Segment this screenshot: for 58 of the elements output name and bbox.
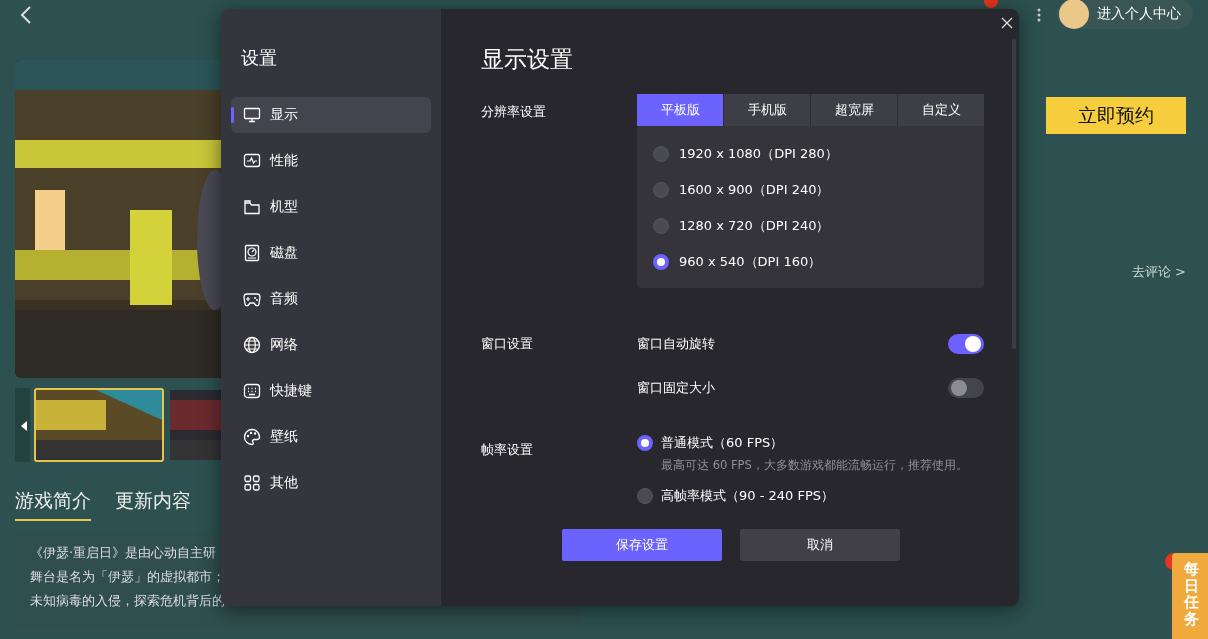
sidebar-item[interactable]: 网络 — [231, 326, 431, 363]
setting-label: 帧率设置 — [481, 440, 534, 459]
hint-text: 最高可达 60 FPS，大多数游戏都能流畅运行，推荐使用。 — [661, 456, 969, 474]
profile-button[interactable]: 进入个人中心 — [1057, 0, 1193, 29]
tab[interactable]: 自定义 — [898, 93, 984, 126]
cancel-button[interactable]: 取消 — [740, 528, 900, 561]
radio-button[interactable] — [653, 253, 669, 270]
option-label: 普通模式（60 FPS） — [661, 433, 784, 452]
globe-icon — [243, 335, 261, 354]
avatar-icon — [1059, 0, 1089, 29]
sidebar-item[interactable]: 快捷键 — [231, 372, 431, 409]
palette-icon — [243, 427, 261, 446]
review-link[interactable]: 去评论 > — [1131, 262, 1186, 282]
toggle-switch[interactable] — [948, 333, 984, 354]
save-button[interactable]: 保存设置 — [562, 528, 722, 561]
more-icon[interactable] — [1037, 8, 1041, 22]
toggle-label: 窗口自动旋转 — [637, 334, 715, 353]
sidebar-item[interactable]: 机型 — [231, 188, 431, 225]
folder-icon — [243, 197, 261, 216]
reserve-button[interactable]: 立即预约 — [1046, 97, 1186, 134]
close-icon[interactable] — [1001, 17, 1013, 29]
radio-button[interactable] — [637, 434, 653, 451]
section-heading: 显示设置 — [481, 46, 574, 74]
grid-icon — [243, 473, 261, 492]
sidebar-item[interactable]: 其他 — [231, 464, 431, 501]
setting-label: 窗口设置 — [481, 334, 534, 353]
tab[interactable]: 更新内容 — [115, 486, 191, 521]
option-label: 1280 x 720（DPI 240） — [679, 216, 830, 235]
tab[interactable]: 超宽屏 — [811, 93, 898, 126]
notification-badge — [984, 0, 998, 8]
monitor-icon — [243, 105, 261, 124]
dialog-title: 设置 — [240, 47, 278, 69]
description-text: 《伊瑟·重启日》是由心动自主研 — [30, 543, 218, 562]
radio-button[interactable] — [653, 145, 669, 162]
radio-button[interactable] — [637, 487, 653, 504]
sidebar-item[interactable]: 壁纸 — [231, 418, 431, 455]
tab[interactable]: 平板版 — [637, 93, 724, 126]
option-label: 高帧率模式（90 - 240 FPS） — [661, 487, 834, 506]
description-text: 舞台是名为「伊瑟」的虚拟都市； — [30, 567, 226, 586]
tab[interactable]: 游戏简介 — [15, 486, 91, 521]
option-label: 1600 x 900（DPI 240） — [679, 180, 830, 199]
sidebar-item[interactable]: 音频 — [231, 280, 431, 317]
option-label: 1920 x 1080（DPI 280） — [679, 144, 838, 163]
toggle-switch[interactable] — [948, 377, 984, 398]
setting-label: 分辨率设置 — [481, 102, 547, 121]
keyboard-icon — [243, 381, 261, 400]
back-icon[interactable] — [20, 5, 32, 25]
previous-icon — [21, 420, 28, 431]
option-label: 960 x 540（DPI 160） — [679, 252, 822, 271]
radio-button[interactable] — [653, 217, 669, 234]
radio-button[interactable] — [653, 181, 669, 198]
pulse-icon — [243, 151, 261, 170]
tab[interactable]: 手机版 — [724, 93, 811, 126]
previous-button[interactable] — [15, 388, 30, 462]
sidebar-item[interactable]: 性能 — [231, 142, 431, 179]
toggle-label: 窗口固定大小 — [637, 378, 715, 397]
sidebar-item[interactable]: 磁盘 — [231, 234, 431, 271]
sidebar-item[interactable]: 显示 — [231, 96, 431, 133]
